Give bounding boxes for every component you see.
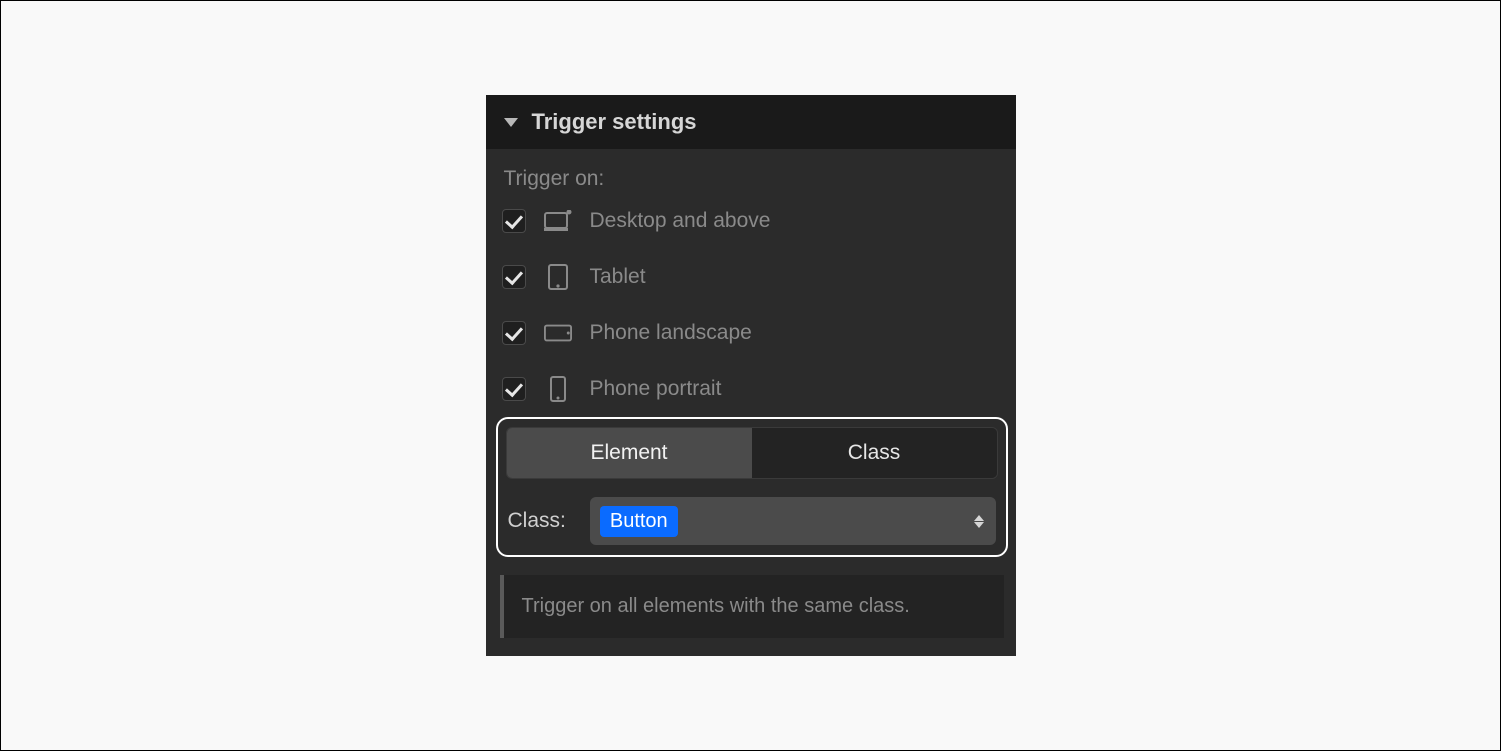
desktop-icon: [544, 207, 572, 235]
collapse-triangle-icon: [504, 118, 518, 127]
checkbox-desktop[interactable]: [502, 209, 526, 233]
highlight-outline: Element Class Class: Button: [496, 417, 1008, 557]
breakpoint-row-phone-portrait: Phone portrait: [500, 375, 1004, 403]
panel-body: Trigger on: Desktop and above: [486, 149, 1016, 656]
phone-landscape-icon: [544, 319, 572, 347]
segmented-control: Element Class: [506, 427, 998, 479]
checkbox-phone-portrait[interactable]: [502, 377, 526, 401]
phone-portrait-icon: [544, 375, 572, 403]
hint-box: Trigger on all elements with the same cl…: [500, 575, 1004, 638]
class-row: Class: Button: [506, 497, 998, 545]
breakpoint-label: Desktop and above: [590, 209, 771, 233]
breakpoint-label: Phone landscape: [590, 321, 752, 345]
breakpoint-row-tablet: Tablet: [500, 263, 1004, 291]
trigger-on-label: Trigger on:: [500, 167, 1004, 191]
select-updown-icon: [974, 515, 984, 528]
class-row-label: Class:: [508, 509, 566, 533]
segment-class[interactable]: Class: [752, 428, 997, 478]
class-select[interactable]: Button: [590, 497, 996, 545]
trigger-settings-panel: Trigger settings Trigger on: Desktop and…: [486, 95, 1016, 656]
checkbox-phone-landscape[interactable]: [502, 321, 526, 345]
breakpoint-row-phone-landscape: Phone landscape: [500, 319, 1004, 347]
segment-element[interactable]: Element: [507, 428, 752, 478]
breakpoint-label: Tablet: [590, 265, 646, 289]
class-chip: Button: [600, 506, 678, 537]
tablet-icon: [544, 263, 572, 291]
panel-title: Trigger settings: [532, 109, 697, 135]
panel-header[interactable]: Trigger settings: [486, 95, 1016, 149]
checkbox-tablet[interactable]: [502, 265, 526, 289]
breakpoint-label: Phone portrait: [590, 377, 722, 401]
breakpoint-row-desktop: Desktop and above: [500, 207, 1004, 235]
